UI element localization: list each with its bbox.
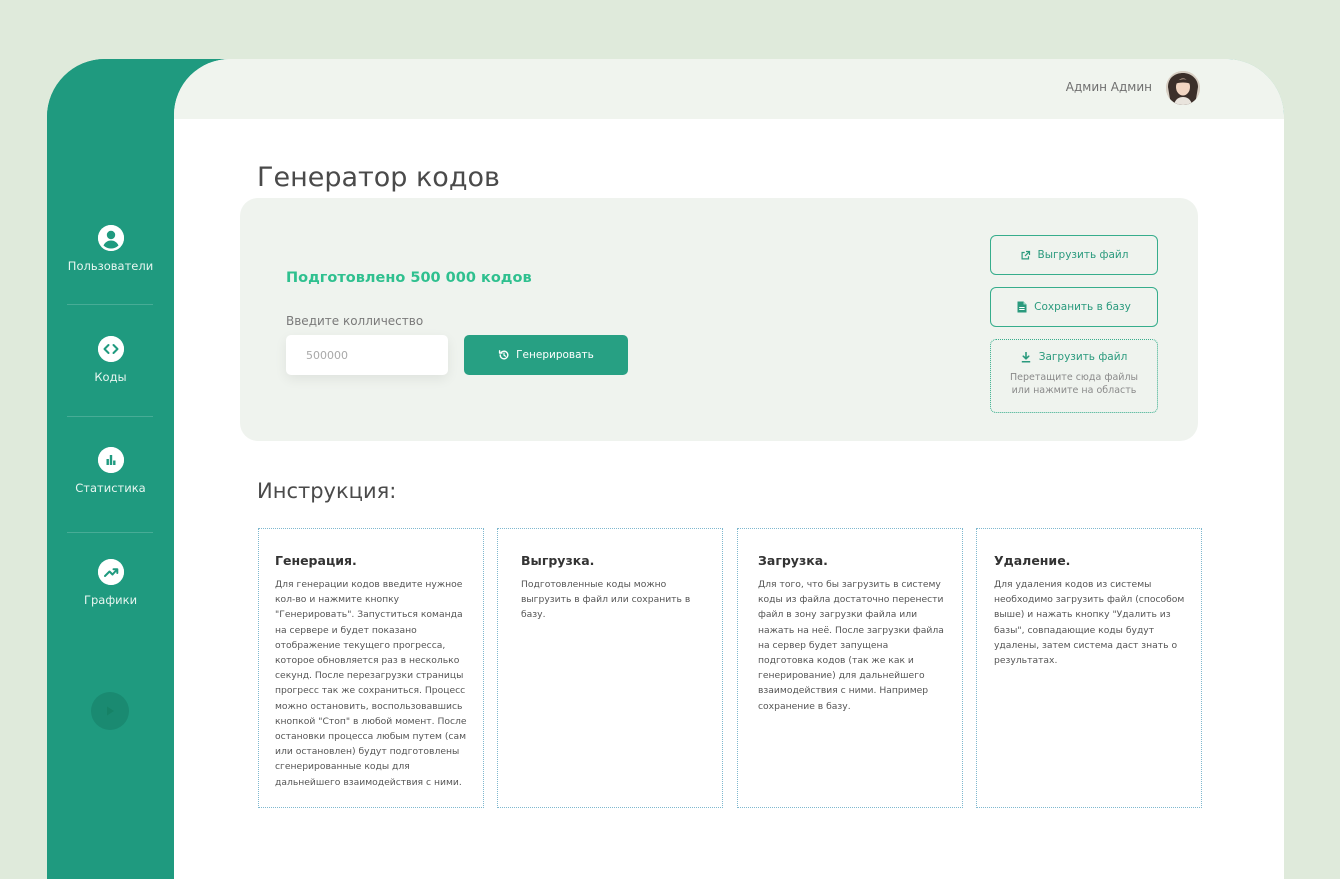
- file-icon: [1017, 301, 1027, 313]
- sidebar-divider: [67, 304, 153, 305]
- sidebar-divider: [67, 416, 153, 417]
- upload-hint-line: или нажмите на область: [1011, 385, 1137, 396]
- sidebar-item-statistics[interactable]: Статистика: [47, 447, 174, 495]
- instruction-card-title: Удаление.: [994, 553, 1071, 568]
- external-link-icon: [1021, 250, 1030, 259]
- generator-panel: Подготовлено 500 000 кодов Введите колли…: [240, 198, 1198, 441]
- code-icon: [97, 336, 124, 362]
- sidebar-item-users[interactable]: Пользователи: [47, 225, 174, 273]
- avatar[interactable]: [1166, 71, 1200, 105]
- generate-button[interactable]: Генерировать: [464, 335, 628, 375]
- avatar-photo: [1166, 71, 1200, 105]
- instruction-card-title: Выгрузка.: [521, 553, 595, 568]
- instruction-card-title: Генерация.: [275, 553, 357, 568]
- user-name[interactable]: Админ Админ: [1066, 80, 1152, 94]
- main-content: Админ Админ Генератор кодов Подготовлено…: [174, 59, 1284, 879]
- export-file-button[interactable]: Выгрузить файл: [990, 235, 1158, 275]
- instruction-card-export: Выгрузка. Подготовленные коды можно выгр…: [497, 528, 723, 808]
- sidebar: Пользователи Коды Статистика Графики: [47, 59, 174, 879]
- play-icon: [107, 706, 114, 716]
- save-to-db-button[interactable]: Сохранить в базу: [990, 287, 1158, 327]
- sidebar-item-label: Графики: [83, 593, 138, 607]
- upload-drop-zone[interactable]: Загрузить файл Перетащите сюда файлы или…: [990, 339, 1158, 413]
- instruction-card-text: Подготовленные коды можно выгрузить в фа…: [521, 579, 691, 621]
- upload-hint-line: Перетащите сюда файлы: [1009, 372, 1139, 383]
- page-title: Генератор кодов: [257, 162, 500, 194]
- instruction-card-delete: Удаление. Для удаления кодов из системы …: [976, 528, 1202, 808]
- sidebar-divider: [67, 532, 153, 533]
- user-icon: [97, 225, 124, 251]
- instructions-title: Инструкция:: [257, 479, 397, 503]
- sidebar-item-charts[interactable]: Графики: [47, 559, 174, 607]
- trend-chart-icon: [97, 559, 124, 585]
- sidebar-item-codes[interactable]: Коды: [47, 336, 174, 384]
- bar-chart-icon: [97, 447, 124, 473]
- sidebar-item-label: Коды: [94, 370, 127, 384]
- sidebar-item-label: Пользователи: [67, 259, 154, 273]
- top-bar: Админ Админ: [174, 59, 1284, 119]
- download-icon: [1021, 351, 1030, 362]
- play-button[interactable]: [91, 692, 129, 730]
- save-to-db-label: Сохранить в базу: [1034, 301, 1131, 313]
- sidebar-item-label: Статистика: [75, 481, 146, 495]
- quantity-input[interactable]: [286, 335, 448, 375]
- instruction-card-text: Для удаления кодов из системы необходимо…: [994, 579, 1185, 667]
- instruction-card-generation: Генерация. Для генерации кодов введите н…: [258, 528, 484, 808]
- history-icon: [499, 350, 509, 360]
- instruction-card-text: Для того, что бы загрузить в систему код…: [758, 579, 944, 712]
- export-file-label: Выгрузить файл: [1037, 249, 1129, 261]
- prepared-count: Подготовлено 500 000 кодов: [286, 270, 532, 286]
- quantity-label: Введите колличество: [286, 314, 424, 328]
- instruction-card-upload: Загрузка. Для того, что бы загрузить в с…: [737, 528, 963, 808]
- generate-button-label: Генерировать: [516, 349, 594, 361]
- instruction-card-text: Для генерации кодов введите нужное кол-в…: [275, 579, 467, 788]
- upload-file-label: Загрузить файл: [1038, 351, 1128, 363]
- instruction-card-title: Загрузка.: [758, 553, 828, 568]
- app-window: Пользователи Коды Статистика Графики Адм…: [47, 59, 1284, 879]
